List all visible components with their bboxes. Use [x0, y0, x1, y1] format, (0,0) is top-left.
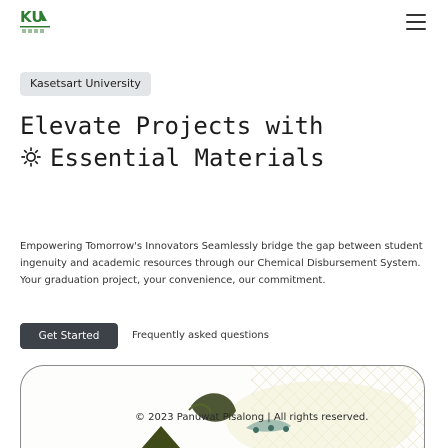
footer-background-art — [141, 366, 424, 448]
university-logo[interactable]: KU — [20, 8, 56, 36]
get-started-button[interactable]: Get Started — [20, 323, 118, 349]
site-header: KU — [0, 0, 443, 46]
faq-link[interactable]: Frequently asked questions — [132, 323, 269, 349]
footer-illustration — [20, 365, 425, 448]
gear-icon — [21, 147, 41, 167]
hero-description: Empowering Tomorrow's Innovators Seamles… — [20, 241, 423, 286]
university-badge: Kasetsart University — [20, 72, 151, 96]
title-line-1: Elevate Projects with — [20, 112, 324, 140]
title-line-2: Essential Materials — [50, 144, 325, 172]
hamburger-menu-icon[interactable] — [406, 14, 426, 30]
copyright-text: © 2023 Panuwat Pisalong | All rights res… — [135, 412, 369, 423]
title-line-2-wrap: Essential Materials — [20, 142, 430, 174]
page-title: Elevate Projects with Essential Material… — [20, 110, 430, 174]
logo-mark-icon: KU — [20, 8, 50, 33]
logo-text: KU — [20, 8, 44, 26]
